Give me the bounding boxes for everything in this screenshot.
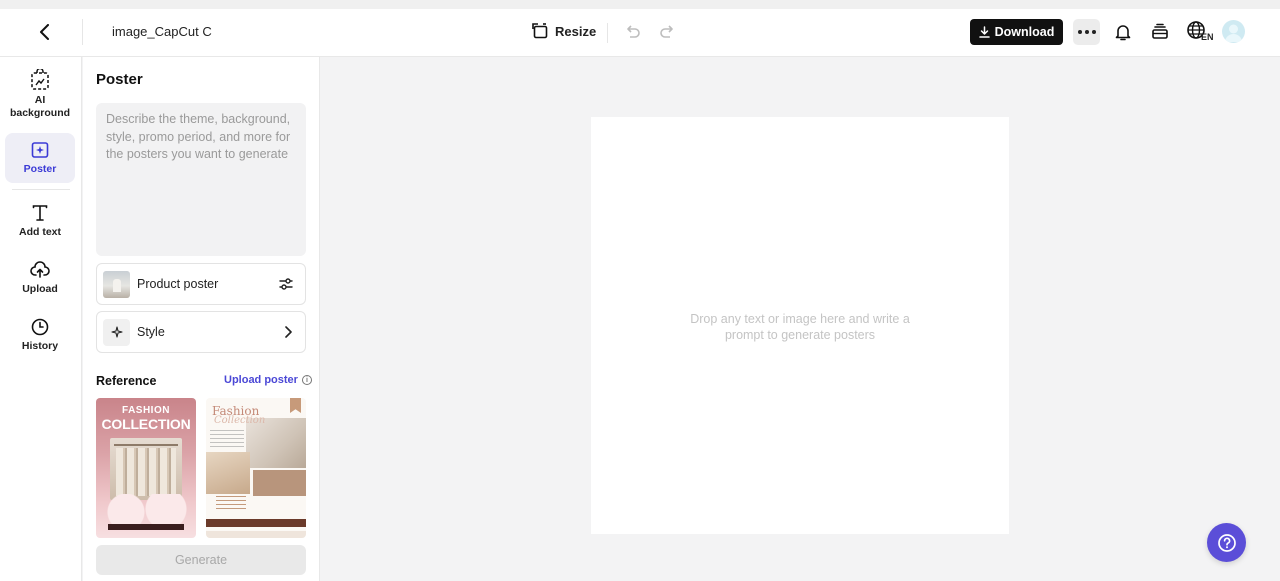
undo-icon: [627, 25, 640, 38]
reference-poster-subtitle: COLLECTION: [101, 416, 191, 432]
divider: [607, 23, 608, 43]
ai-background-icon: [31, 69, 49, 90]
ribbon-decoration: [290, 398, 301, 413]
rail-item-label: Poster: [23, 163, 57, 175]
reference-poster-2[interactable]: Fashion Collection: [206, 398, 306, 538]
torn-paper-decoration: [206, 514, 306, 538]
footer-bar: [108, 524, 184, 530]
top-bar: image_CapCut C Resize Download EN: [0, 0, 1280, 57]
prompt-input[interactable]: [96, 103, 306, 256]
divider: [82, 19, 83, 45]
upload-cloud-icon: [30, 261, 50, 278]
document-title[interactable]: image_CapCut C: [112, 24, 212, 39]
generate-button[interactable]: Generate: [96, 545, 306, 575]
style-icon-box: [103, 318, 130, 346]
more-options-button[interactable]: [1073, 19, 1100, 45]
language-button[interactable]: EN: [1186, 20, 1214, 42]
poster-icon: [31, 142, 49, 158]
panel-title: Poster: [96, 71, 143, 88]
style-label: Style: [137, 325, 165, 339]
product-poster-thumbnail: [103, 270, 130, 298]
canvas-area: Drop any text or image here and write a …: [320, 57, 1280, 581]
avatar[interactable]: [1222, 20, 1245, 43]
rail-item-upload[interactable]: Upload: [5, 261, 75, 301]
sparkle-icon: [110, 326, 123, 338]
download-icon: [978, 26, 990, 38]
poster-panel: Poster Product poster Style Reference Up…: [83, 57, 320, 581]
redo-icon: [660, 25, 673, 38]
undo-button[interactable]: [625, 24, 641, 45]
color-block: [253, 470, 306, 496]
help-button[interactable]: [1207, 523, 1246, 562]
rail-item-label: Add text: [19, 226, 61, 238]
back-button[interactable]: [34, 21, 56, 43]
clock-icon: [31, 318, 49, 336]
avatar-icon: [1225, 24, 1242, 42]
style-selector[interactable]: Style: [96, 311, 306, 353]
rail-item-ai-background[interactable]: AI background: [5, 69, 75, 121]
language-code: EN: [1201, 32, 1214, 42]
layers-button[interactable]: [1150, 22, 1170, 47]
more-dot-icon: [1084, 30, 1089, 34]
drop-hint-text: Drop any text or image here and write a …: [690, 312, 910, 342]
rail-item-label: AI background: [9, 94, 71, 119]
chevron-right-icon: [285, 326, 292, 338]
text-lines-decoration: [210, 430, 244, 448]
upload-poster-link[interactable]: Upload poster i: [224, 374, 312, 386]
artboard-drop-zone[interactable]: Drop any text or image here and write a …: [591, 117, 1009, 534]
divider: [12, 189, 70, 190]
reference-poster-title: FASHION: [122, 405, 170, 416]
upload-poster-label: Upload poster: [224, 374, 298, 386]
more-dot-icon: [1077, 30, 1082, 34]
clothing-rack-image: [110, 438, 182, 500]
resize-icon: [532, 23, 548, 39]
stack-icon: [1152, 23, 1168, 39]
rail-item-label: History: [21, 340, 59, 352]
sliders-icon[interactable]: [279, 277, 293, 291]
notifications-button[interactable]: [1113, 22, 1133, 47]
download-label: Download: [994, 25, 1055, 39]
rail-item-label: Upload: [22, 283, 58, 295]
resize-button[interactable]: Resize: [532, 23, 596, 40]
reference-poster-subtitle: Collection: [214, 415, 266, 426]
product-poster-selector[interactable]: Product poster: [96, 263, 306, 305]
reference-heading: Reference: [96, 374, 157, 388]
cloud-decoration: [96, 494, 196, 524]
download-button[interactable]: Download: [970, 19, 1063, 45]
rail-item-history[interactable]: History: [5, 318, 75, 358]
accessories-image: [206, 452, 250, 494]
reference-poster-1[interactable]: FASHION COLLECTION: [96, 398, 196, 538]
info-icon[interactable]: i: [301, 375, 312, 385]
text-lines-decoration: [216, 496, 246, 510]
resize-label: Resize: [555, 24, 597, 39]
product-poster-label: Product poster: [137, 277, 219, 291]
question-icon: [1217, 533, 1236, 552]
text-icon: [32, 205, 48, 221]
tool-rail: AI background Poster Add text Upload His…: [0, 57, 82, 581]
redo-button[interactable]: [659, 24, 675, 45]
more-dot-icon: [1091, 30, 1096, 34]
chevron-left-icon: [40, 24, 49, 40]
bell-icon: [1115, 25, 1131, 41]
rail-item-add-text[interactable]: Add text: [5, 204, 75, 244]
rail-item-poster[interactable]: Poster: [5, 133, 75, 183]
